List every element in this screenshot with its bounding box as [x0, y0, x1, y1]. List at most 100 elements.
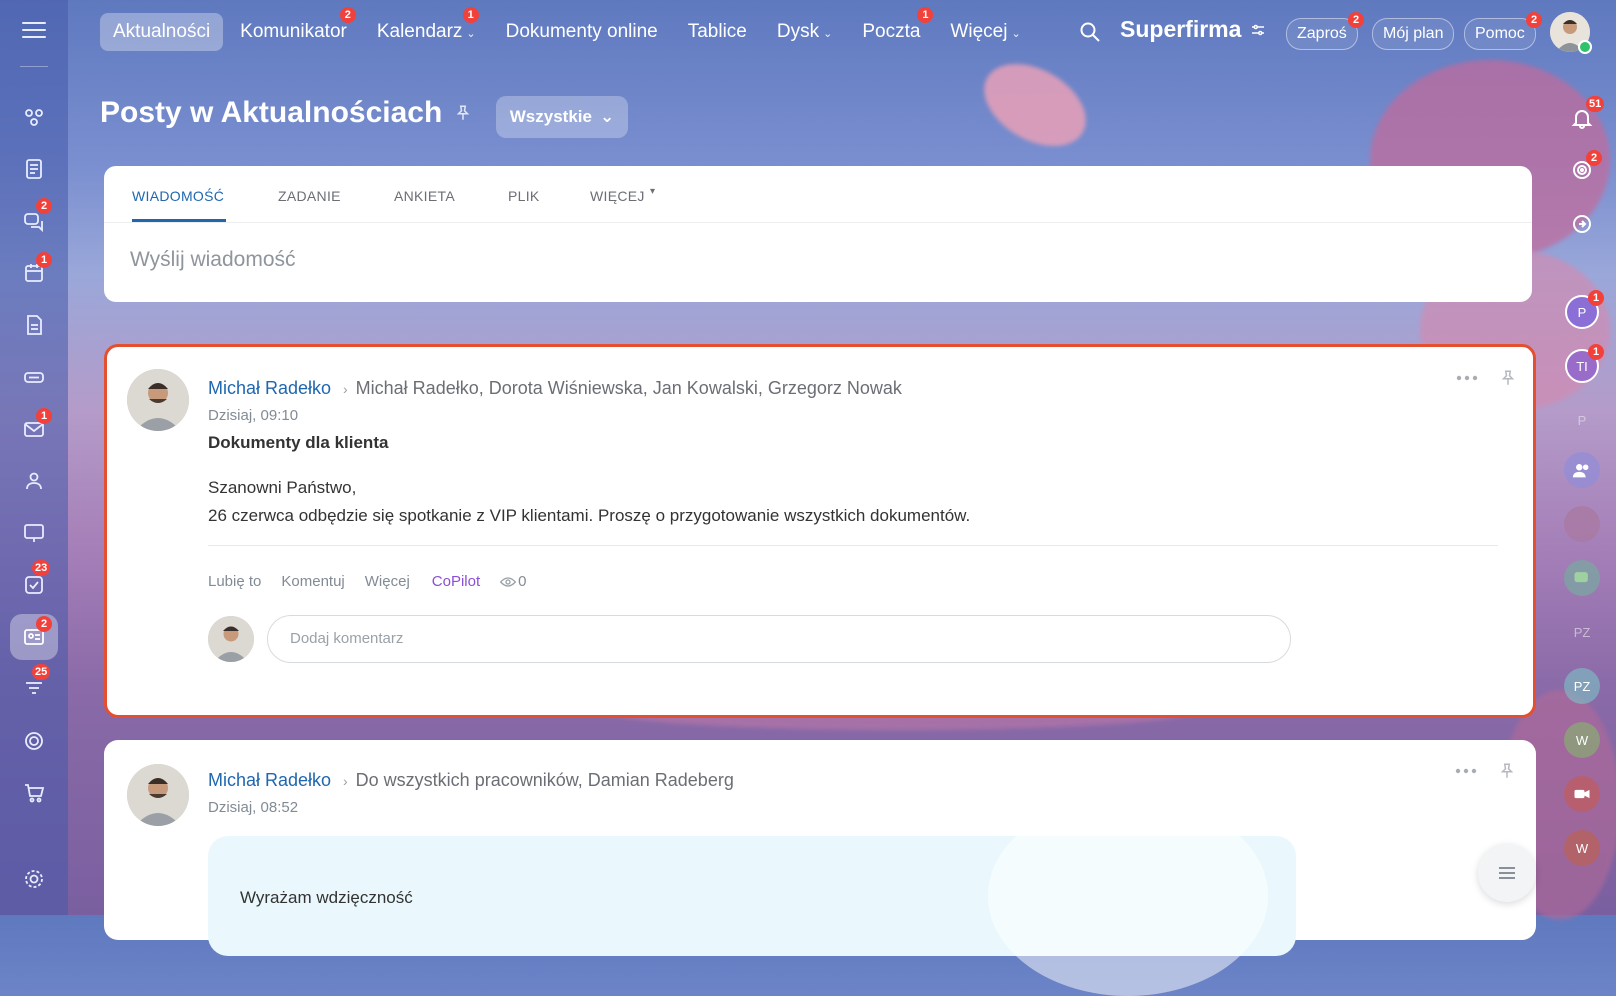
brand-name: Superfirma — [1120, 16, 1242, 42]
nav-item-mail[interactable]: Poczta 1 — [849, 7, 934, 51]
more-options-icon[interactable] — [1454, 767, 1478, 775]
chat-initials: PZ — [1573, 678, 1591, 694]
presentation-icon — [24, 524, 44, 542]
chevron-down-icon: ⌄ — [823, 28, 833, 40]
nav-label: Więcej — [950, 21, 1008, 42]
chat-avatar[interactable]: W — [1564, 722, 1600, 758]
nav-item-online-docs[interactable]: Dokumenty online — [493, 13, 671, 51]
open-chat-list-button[interactable] — [1478, 844, 1536, 902]
company-brand[interactable]: Superfirma — [1120, 16, 1267, 43]
chevron-down-icon: ⌄ — [599, 107, 615, 126]
chevron-down-icon: ⌄ — [1011, 28, 1021, 40]
tab-more[interactable]: WIĘCEJ — [590, 188, 645, 204]
post-author[interactable]: Michał Radełko — [208, 770, 331, 791]
chat-bubbles-icon — [1574, 572, 1588, 583]
chat-search-icon — [1573, 215, 1591, 233]
sidebar-item-tasks[interactable]: 23 — [10, 560, 58, 608]
group-chat-avatar[interactable] — [1564, 452, 1600, 488]
copilot-button[interactable]: CoPilot — [432, 573, 480, 590]
more-button[interactable]: Więcej — [365, 573, 410, 590]
more-options-icon[interactable] — [1455, 374, 1479, 382]
sidebar-item-crm[interactable]: 25 — [10, 664, 58, 712]
post-author[interactable]: Michał Radełko — [208, 378, 331, 399]
chat-avatar[interactable]: W — [1564, 830, 1600, 866]
mail-nav-badge: 1 — [917, 7, 934, 23]
views-counter[interactable]: 0 — [500, 573, 546, 590]
post-body-line: Szanowni Państwo, — [208, 478, 357, 497]
sidebar-item-feed[interactable] — [10, 146, 58, 192]
checklist-icon — [25, 576, 43, 594]
goals-badge: 2 — [1586, 150, 1602, 166]
feed-post: Michał Radełko › Do wszystkich pracownikó… — [104, 740, 1536, 996]
commenter-avatar — [208, 616, 254, 662]
search-icon[interactable] — [1078, 20, 1102, 44]
chat-initials: W — [1575, 732, 1589, 748]
comment-input[interactable]: Dodaj komentarz — [267, 615, 1291, 663]
feed-badge: 2 — [36, 616, 52, 632]
nav-item-drive[interactable]: Dysk ⌄ — [764, 13, 845, 51]
chat-avatar[interactable]: P — [1564, 402, 1600, 438]
chat-avatar[interactable]: P 1 — [1564, 290, 1604, 330]
comment-button[interactable]: Komentuj — [281, 573, 344, 590]
right-sidebar: 51 2 P 1 TI 1 P PZ PZ W W — [1556, 90, 1616, 915]
tab-poll[interactable]: ANKIETA — [394, 188, 455, 204]
nav-item-calendar[interactable]: Kalendarz ⌄ 1 — [364, 7, 489, 51]
video-chat-avatar[interactable] — [1564, 776, 1600, 812]
left-sidebar: 2 1 1 23 2 25 — [0, 0, 68, 915]
nav-item-more[interactable]: Więcej ⌄ — [937, 13, 1033, 51]
chat-avatar[interactable]: TI 1 — [1564, 344, 1604, 384]
pin-icon[interactable] — [454, 104, 472, 122]
views-count: 0 — [518, 573, 527, 590]
post-recipients[interactable]: › Michał Radełko, Dorota Wiśniewska, Jan … — [335, 378, 902, 399]
sidebar-item-drive[interactable] — [10, 354, 58, 400]
funnel-icon — [26, 682, 42, 694]
eye-icon — [500, 576, 517, 587]
sidebar-item-presentations[interactable] — [10, 510, 58, 556]
sidebar-item-employees[interactable] — [10, 458, 58, 504]
chat-initials: P — [1577, 412, 1587, 428]
post-time[interactable]: Dzisiaj, 09:10 — [208, 407, 298, 424]
chat-avatar[interactable] — [1564, 560, 1600, 596]
sidebar-item-docs[interactable] — [10, 302, 58, 348]
nav-item-news[interactable]: Aktualności — [100, 13, 224, 51]
author-avatar[interactable] — [127, 369, 189, 431]
menu-icon[interactable] — [22, 22, 46, 42]
invite-button[interactable]: Zaproś — [1286, 18, 1358, 50]
sidebar-item-settings[interactable] — [10, 856, 58, 902]
author-avatar[interactable] — [127, 764, 189, 826]
sidebar-item-calendar[interactable]: 1 — [10, 250, 58, 296]
tab-message[interactable]: WIADOMOŚĆ — [132, 188, 224, 204]
chat-avatar[interactable]: PZ — [1564, 668, 1600, 704]
drive-icon — [24, 372, 44, 383]
message-input[interactable]: Wyślij wiadomość — [130, 248, 296, 272]
filter-dropdown[interactable]: Wszystkie ⌄ — [496, 96, 628, 138]
post-time[interactable]: Dzisiaj, 08:52 — [208, 799, 298, 816]
post-recipients[interactable]: › Do wszystkich pracowników, Damian Radeb… — [335, 770, 734, 791]
photo-chat-avatar[interactable] — [1564, 506, 1600, 542]
pin-icon[interactable] — [1499, 369, 1517, 387]
help-button[interactable]: Pomoc — [1464, 18, 1536, 50]
my-plan-button[interactable]: Mój plan — [1372, 18, 1455, 50]
sidebar-item-feed-active[interactable]: 2 — [10, 614, 58, 660]
sidebar-item-mail[interactable]: 1 — [10, 406, 58, 452]
recipients-text: Do wszystkich pracowników, Damian Radebe… — [355, 770, 734, 790]
sidebar-item-goals[interactable] — [10, 718, 58, 764]
tab-file[interactable]: PLIK — [508, 188, 540, 204]
search-chat-button[interactable] — [1564, 206, 1600, 242]
chat-avatar[interactable]: PZ — [1564, 614, 1600, 650]
pin-icon[interactable] — [1498, 762, 1516, 780]
goals-button[interactable]: 2 — [1564, 150, 1602, 188]
sidebar-item-collab[interactable] — [10, 94, 58, 140]
tab-task[interactable]: ZADANIE — [278, 188, 341, 204]
sidebar-item-shop[interactable] — [10, 770, 58, 816]
person-icon — [127, 764, 189, 826]
nav-item-boards[interactable]: Tablice — [675, 13, 760, 51]
sidebar-item-chats[interactable]: 2 — [10, 198, 58, 244]
like-button[interactable]: Lubię to — [208, 573, 261, 590]
messenger-badge: 2 — [339, 7, 356, 23]
sidebar-divider — [20, 66, 48, 67]
target-icon — [25, 732, 43, 750]
notifications-button[interactable]: 51 — [1564, 96, 1605, 136]
active-tab-indicator — [132, 219, 226, 222]
nav-item-messenger[interactable]: Komunikator 2 — [227, 7, 360, 51]
